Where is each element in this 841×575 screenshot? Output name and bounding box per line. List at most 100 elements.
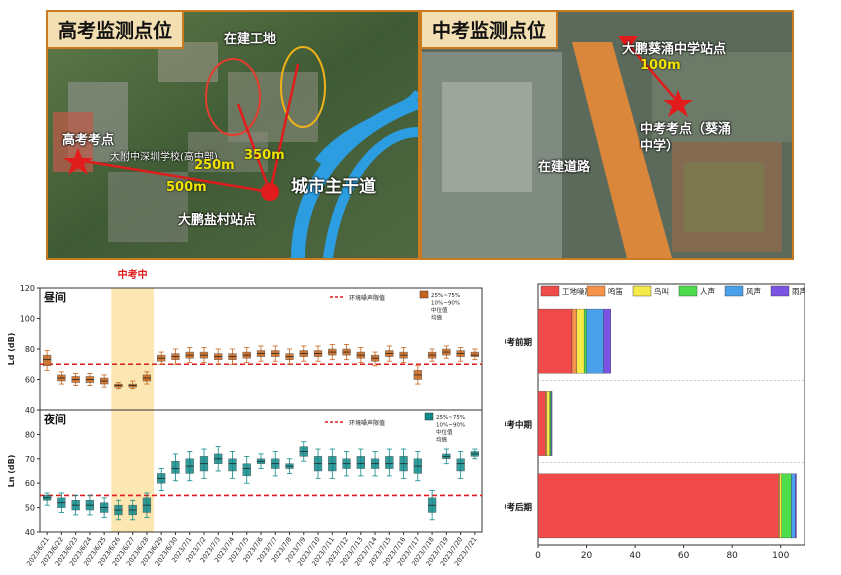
box-0-25 <box>399 347 408 364</box>
x-tick-label: 60 <box>678 551 690 561</box>
legend-swatch <box>724 285 744 297</box>
panel-1: 40 50 60 70 80 Ln (dB) 夜间 环境噪声限值 25%~75% 10%~90%中… <box>7 409 483 537</box>
box-0-27 <box>427 348 437 362</box>
box-0-10 <box>185 347 194 364</box>
x-axis: 2023/6/212023/6/222023/6/232023/6/242023… <box>25 532 479 567</box>
y-tick-label: 120 <box>20 284 35 293</box>
noise-source-stacked-bar-chart: 工地噪声鸣笛鸟叫人声风声雨声中考前期中考中期中考后期020406080100 <box>505 283 805 561</box>
iqr-box <box>228 458 237 472</box>
box-0-26 <box>413 365 422 385</box>
box-0-13 <box>228 348 237 365</box>
y-axis-label: Ld (dB) <box>7 333 16 366</box>
y-tick-label: 40 <box>25 528 35 537</box>
monitoring-maps: 高考监测点位 在建工地 高考考点 大附中深圳学校(高中部) 城市主干道 大鹏盐村… <box>46 10 794 260</box>
iqr-box <box>470 351 479 357</box>
legend-item: 中位值 <box>436 428 453 436</box>
box-0-8 <box>157 351 166 365</box>
box-1-8 <box>157 468 166 491</box>
box-1-13 <box>228 451 237 479</box>
box-1-21 <box>342 451 351 477</box>
x-tick-label: 40 <box>629 551 641 561</box>
y-tick-label: 70 <box>25 455 35 464</box>
box-0-1 <box>57 371 66 385</box>
bar-segment <box>571 308 577 374</box>
iqr-box <box>356 456 365 469</box>
box-1-16 <box>271 451 280 477</box>
bar-segment <box>603 308 611 374</box>
bar-segment <box>583 308 587 374</box>
box-1-23 <box>370 451 380 477</box>
bar-segment <box>795 473 797 539</box>
panel-0: 40 60 80 100 120 Ld (dB) 昼间 环境噪声限值 25%~75% 10%~90… <box>7 284 483 415</box>
bar-segment <box>586 308 604 374</box>
legend-item: 均值 <box>436 436 448 444</box>
box-1-9 <box>171 453 180 482</box>
distance-350-label: 350m <box>244 148 285 163</box>
gaokao-exam-point-label: 高考考点 <box>62 133 115 148</box>
box-1-22 <box>356 448 365 477</box>
box-1-26 <box>413 451 422 482</box>
kuichong-station-label: 大鹏葵涌中学站点 <box>622 42 727 57</box>
bar-segment <box>778 473 780 539</box>
box-1-11 <box>199 448 209 479</box>
legend-label: 人声 <box>700 286 715 296</box>
box-0-14 <box>242 347 251 364</box>
bar-segment <box>546 391 550 456</box>
box-0-22 <box>356 347 365 364</box>
legend-item: 10%~90% <box>431 301 460 307</box>
legend-swatch <box>586 285 606 297</box>
bar-segment <box>537 308 573 374</box>
yancun-station-label: 大鹏盐村站点 <box>178 213 257 228</box>
bar-segment <box>549 391 552 456</box>
y-tick-label: 80 <box>25 430 35 439</box>
legend-label: 鸣笛 <box>608 286 623 296</box>
iqr-box <box>171 461 180 474</box>
box-0-20 <box>328 344 337 361</box>
bar-segment <box>576 308 585 374</box>
box-0-2 <box>71 373 80 386</box>
y-tick-label: 60 <box>25 376 35 385</box>
exam-period-label: 中考中 <box>118 268 148 281</box>
box-0-12 <box>214 348 223 365</box>
legend: 工地噪声 鸣笛 鸟叫 人声 风声 雨声 <box>540 285 805 297</box>
box-0-30 <box>470 348 479 361</box>
y-tick-label: 100 <box>20 315 35 324</box>
legend-label: 风声 <box>746 286 761 296</box>
legend-item: 均值 <box>431 314 443 322</box>
bar-segment <box>537 391 546 456</box>
box-0-4 <box>100 374 109 388</box>
iqr-box <box>456 458 465 472</box>
box-0-19 <box>313 345 323 362</box>
distance-100-label: 100m <box>640 58 681 73</box>
box-1-28 <box>442 448 451 465</box>
box-1-10 <box>185 451 194 482</box>
x-tick-label: 100 <box>772 551 789 561</box>
road-under-construction-label: 在建道路 <box>538 160 591 175</box>
legend-box-swatch <box>419 290 429 299</box>
legend-swatch <box>632 285 652 297</box>
box-0-3 <box>85 373 95 386</box>
bar-segment <box>791 473 796 539</box>
box-1-12 <box>214 446 223 472</box>
main-road-label: 城市主干道 <box>291 177 376 197</box>
box-0-21 <box>342 344 351 361</box>
panel-title: 夜间 <box>43 412 66 426</box>
box-0-28 <box>442 345 451 359</box>
iqr-box <box>242 463 251 477</box>
y-tick-label: 60 <box>25 479 35 488</box>
box-0-29 <box>456 347 465 362</box>
legend-swatch <box>678 285 698 297</box>
legend-limit-label: 环境噪声限值 <box>349 294 385 302</box>
box-1-29 <box>456 451 465 479</box>
box-1-15 <box>256 453 266 469</box>
gaokao-map-title: 高考监测点位 <box>48 12 185 49</box>
zhongkao-exam-point-label-2: 中学） <box>640 139 680 154</box>
panel-title: 昼间 <box>43 291 66 304</box>
x-tick-label: 0 <box>535 551 541 561</box>
legend-label: 雨声 <box>792 286 805 296</box>
box-1-14 <box>242 455 251 484</box>
y-tick-label: 80 <box>25 345 35 354</box>
legend-limit-label: 环境噪声限值 <box>349 419 385 427</box>
box-0-16 <box>271 345 280 362</box>
legend-label: 鸟叫 <box>654 286 669 296</box>
